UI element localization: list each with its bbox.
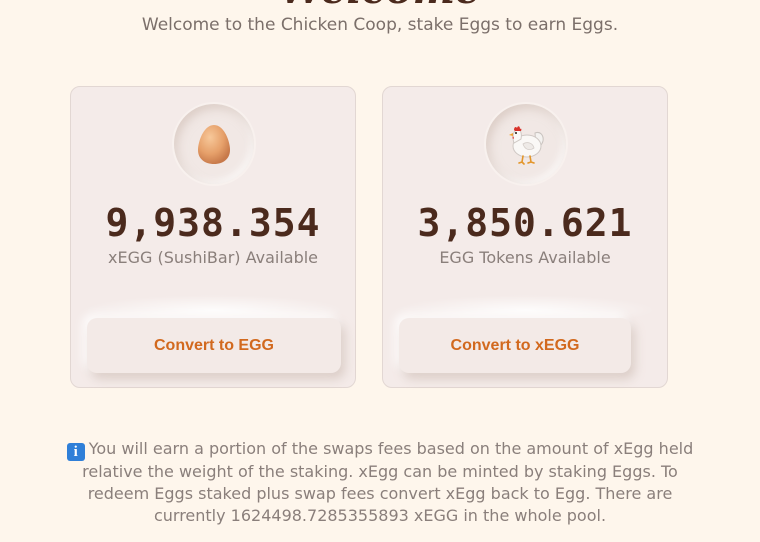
xegg-amount-label: xEGG (SushiBar) Available	[107, 248, 319, 267]
egg-icon-circle	[174, 104, 254, 184]
page-subtitle: Welcome to the Chicken Coop, stake Eggs …	[141, 15, 619, 35]
xegg-amount: 9,938.354	[105, 201, 321, 245]
convert-to-egg-button[interactable]: Convert to EGG	[87, 318, 341, 373]
convert-to-xegg-button[interactable]: Convert to xEGG	[399, 318, 631, 373]
chicken-icon	[509, 126, 544, 165]
info-message: i You will earn a portion of the swaps fe…	[60, 438, 700, 527]
egg-amount-label: EGG Tokens Available	[439, 248, 611, 267]
chicken-coop-page: Welcome Welcome to the Chicken Coop, sta…	[0, 0, 760, 542]
chicken-icon-circle	[486, 104, 566, 184]
info-icon: i	[66, 443, 85, 461]
info-text: You will earn a portion of the swaps fee…	[82, 439, 694, 525]
egg-card: 3,850.621 EGG Tokens Available Convert t…	[382, 86, 668, 388]
egg-icon	[198, 125, 230, 164]
egg-amount: 3,850.621	[417, 201, 633, 245]
xegg-card: 9,938.354 xEGG (SushiBar) Available Conv…	[70, 86, 356, 388]
page-title: Welcome	[0, 0, 760, 10]
